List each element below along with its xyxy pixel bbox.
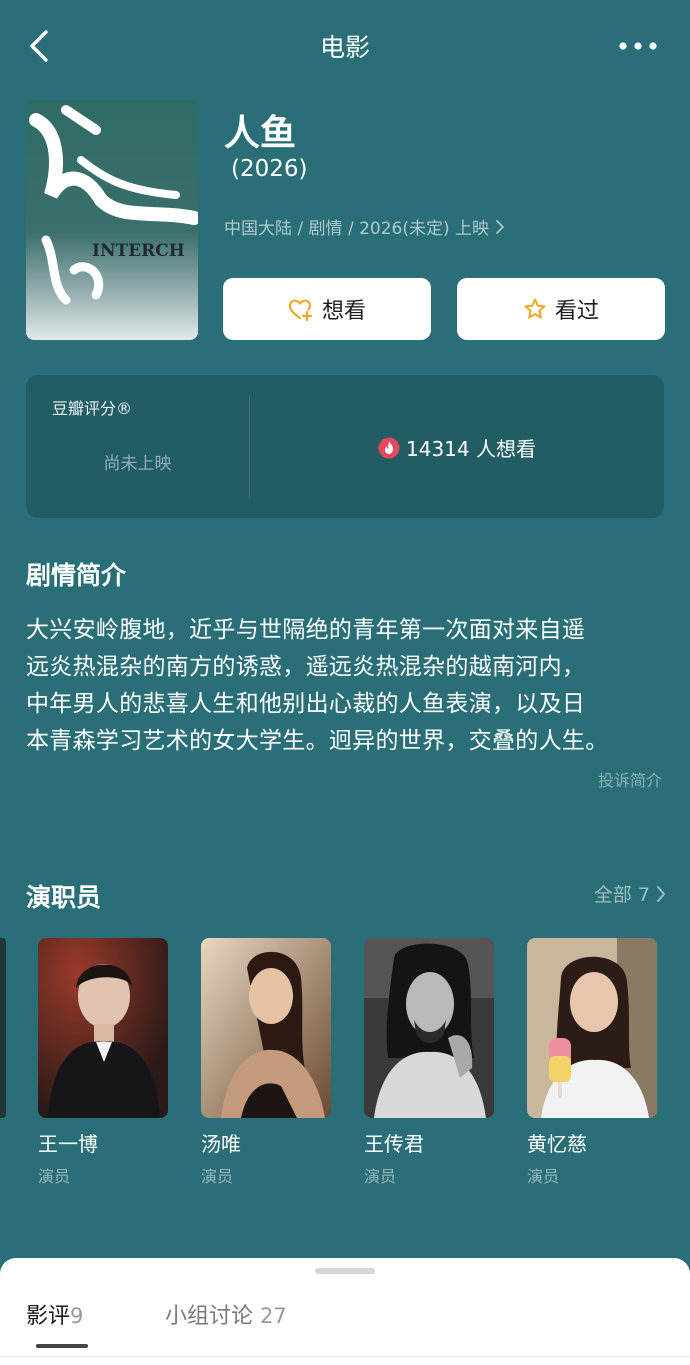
tab-groups-count: 27 (260, 1304, 287, 1328)
cast-role: 演员 (38, 1167, 71, 1186)
cast-name: 汤唯 (201, 1132, 241, 1156)
synopsis-line: 中年男人的悲喜人生和他别出心裁的人鱼表演，以及日 (26, 691, 586, 717)
active-tab-indicator (36, 1344, 88, 1348)
tab-group-discussions[interactable]: 小组讨论 27 (165, 1298, 287, 1330)
movie-title: 人鱼 (224, 113, 297, 154)
top-bar: 电影 (0, 0, 690, 92)
poster-title-text: INTERCH (92, 241, 185, 261)
tab-reviews[interactable]: 影评9 (26, 1298, 83, 1330)
poster-artwork: INTERCH (26, 100, 198, 340)
movie-meta-text: 中国大陆 / 剧情 / 2026(未定) 上映 (224, 219, 490, 239)
cast-all-link[interactable]: 全部 7 (594, 880, 666, 907)
cast-role: 演员 (201, 1167, 234, 1186)
page-title: 电影 (319, 33, 370, 62)
cast-name: 王传君 (364, 1132, 424, 1156)
tab-divider (0, 1356, 690, 1357)
tab-reviews-label: 影评 (26, 1304, 71, 1329)
wish-button-label: 想看 (321, 299, 366, 324)
cast-card[interactable]: 黄忆慈 演员 (527, 938, 657, 1187)
cast-photo (364, 938, 494, 1118)
report-synopsis-link[interactable]: 投诉简介 (598, 767, 662, 791)
synopsis-title: 剧情简介 (26, 561, 127, 590)
portrait-image (38, 938, 168, 1118)
cast-card-partial[interactable] (0, 938, 6, 1118)
rating-card[interactable]: 豆瓣评分® 尚未上映 14314 人想看 (26, 375, 664, 518)
movie-poster[interactable]: INTERCH (26, 100, 198, 340)
cast-role: 演员 (364, 1167, 397, 1186)
movie-year: (2026) (231, 156, 308, 182)
hot-flame-icon (378, 437, 400, 458)
cast-photo (527, 938, 657, 1118)
synopsis-line: 大兴安岭腹地，近乎与世隔绝的青年第一次面对来自遥 (26, 617, 586, 643)
synopsis-line: 本青森学习艺术的女大学生。迥异的世界，交叠的人生。 (26, 728, 609, 754)
chevron-right-icon (496, 219, 504, 234)
seen-button-label: 看过 (554, 299, 599, 324)
cast-card[interactable]: 王一博 演员 (38, 938, 168, 1187)
sheet-grab-handle[interactable] (315, 1268, 375, 1274)
cast-card[interactable]: 王传君 演员 (364, 938, 494, 1187)
cast-role: 演员 (527, 1167, 560, 1186)
cast-name: 黄忆慈 (527, 1132, 587, 1156)
cast-name: 王一博 (38, 1132, 98, 1156)
more-options-icon[interactable] (618, 40, 658, 52)
tab-groups-label: 小组讨论 (165, 1304, 254, 1329)
portrait-image (364, 938, 494, 1118)
portrait-image (527, 938, 657, 1118)
star-icon (524, 298, 546, 319)
cast-photo (201, 938, 331, 1118)
wish-button[interactable]: 想看 (223, 278, 431, 340)
chevron-right-icon (657, 885, 665, 902)
tab-reviews-count: 9 (70, 1304, 84, 1328)
cast-card[interactable]: 汤唯 演员 (201, 938, 331, 1187)
cast-photo (38, 938, 168, 1118)
heart-plus-icon (288, 299, 313, 321)
bottom-sheet[interactable]: 影评9 小组讨论 27 (0, 1258, 690, 1365)
cast-all-label: 全部 7 (593, 884, 650, 906)
want-count-text: 14314 人想看 (406, 437, 536, 461)
want-count: 14314 人想看 (250, 433, 664, 462)
rating-status: 尚未上映 (103, 454, 172, 474)
rating-label: 豆瓣评分® (52, 399, 133, 418)
synopsis-line: 远炎热混杂的南方的诱惑，遥远炎热混杂的越南河内， (26, 654, 586, 680)
portrait-image (201, 938, 331, 1118)
synopsis-text: 大兴安岭腹地，近乎与世隔绝的青年第一次面对来自遥 远炎热混杂的南方的诱惑，遥远炎… (26, 612, 666, 760)
seen-button[interactable]: 看过 (457, 278, 665, 340)
movie-meta-link[interactable]: 中国大陆 / 剧情 / 2026(未定) 上映 (224, 214, 505, 239)
cast-title: 演职员 (26, 883, 102, 912)
